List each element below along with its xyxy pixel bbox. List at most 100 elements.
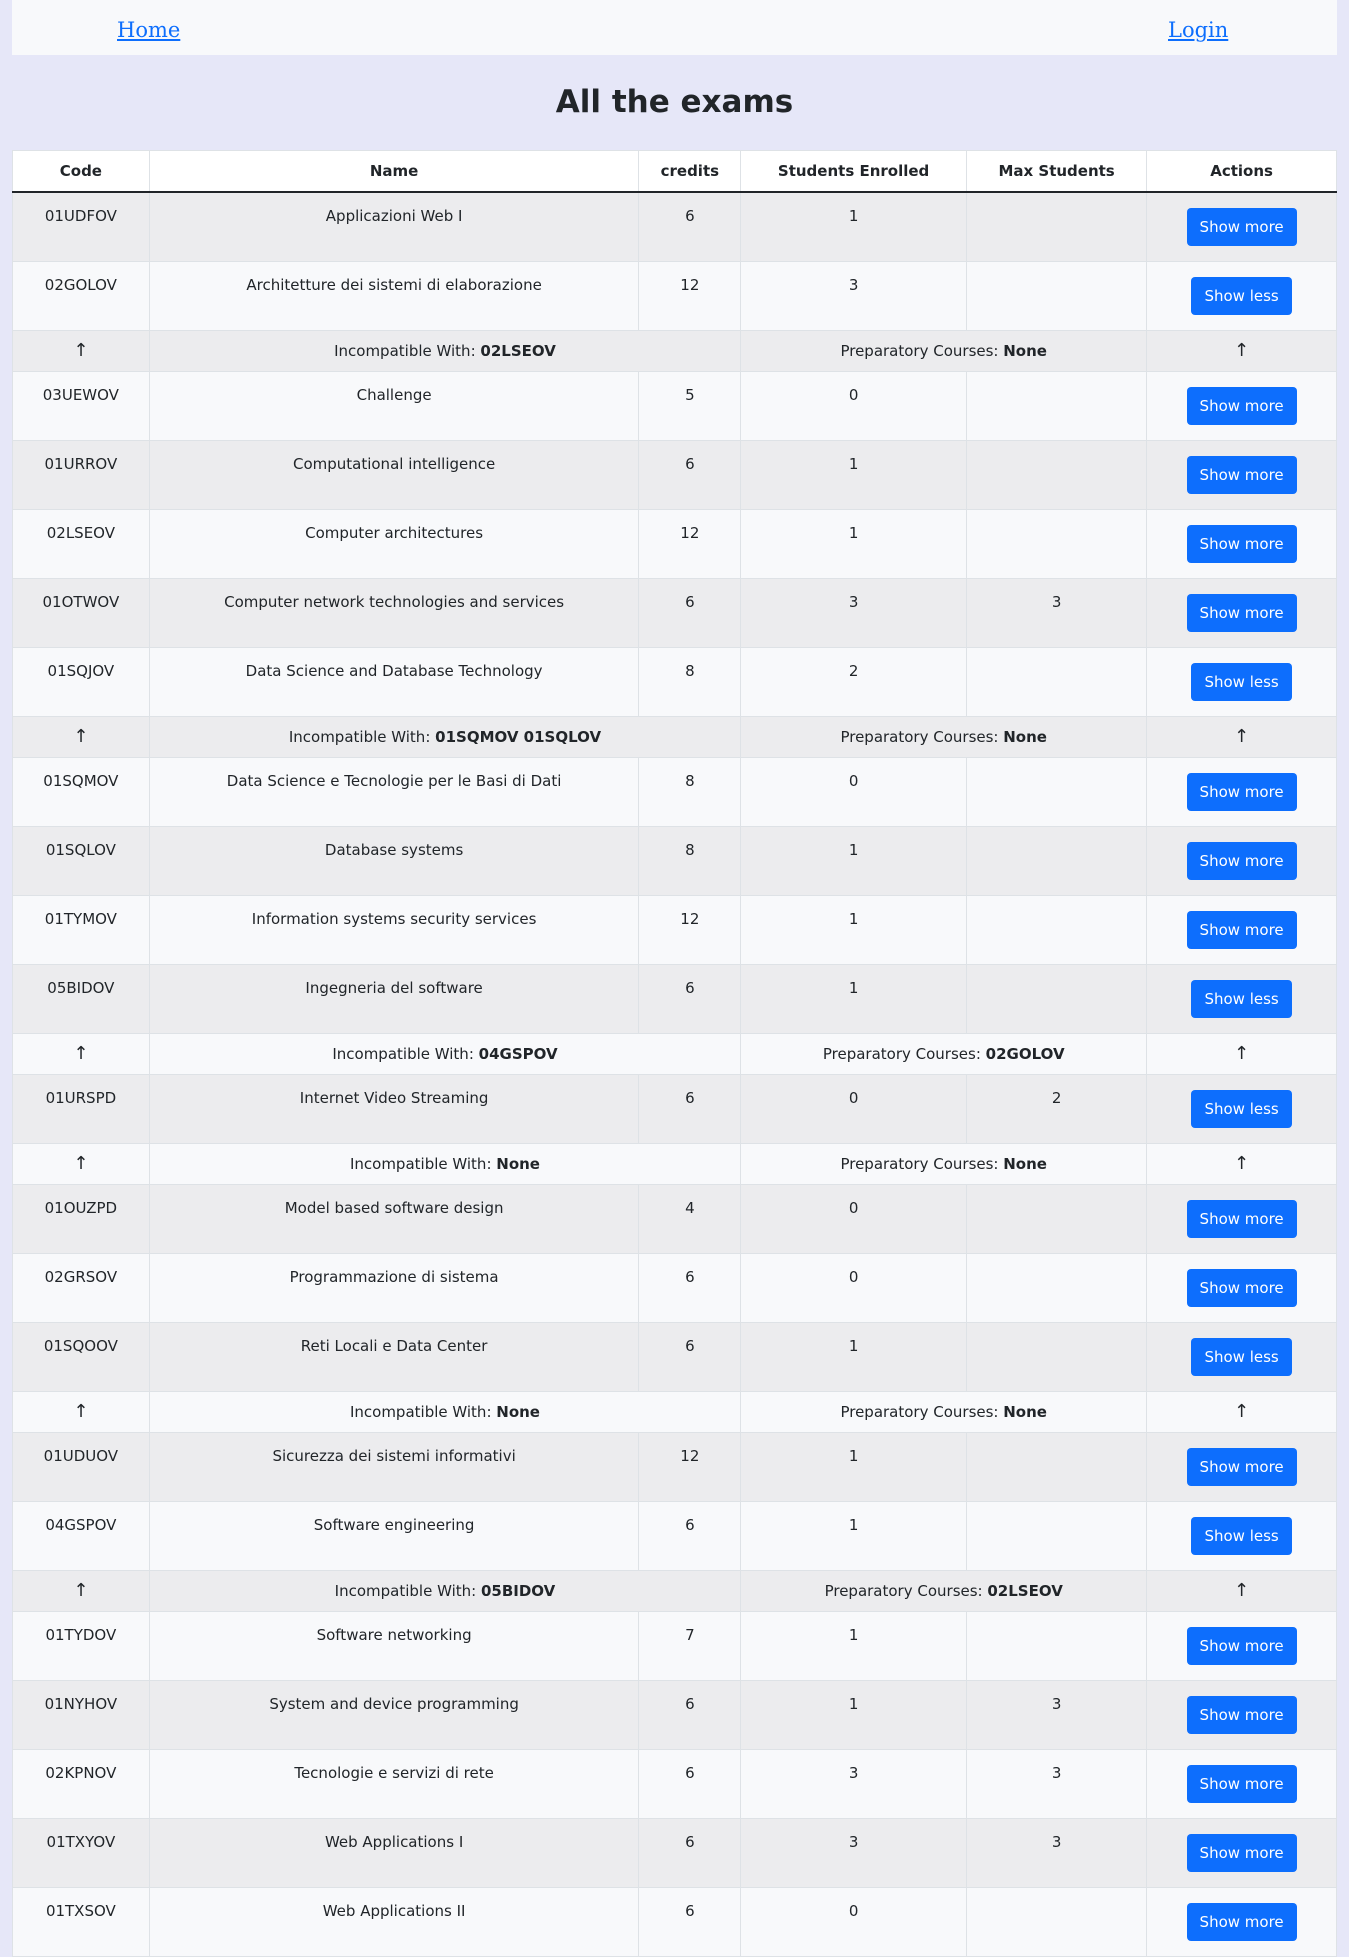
show-more-button[interactable]: Show more <box>1186 1448 1297 1486</box>
exam-students-enrolled: 0 <box>740 1887 967 1957</box>
show-more-button[interactable]: Show more <box>1186 911 1297 949</box>
incompatible-with-cell: Incompatible With: 05BIDOV <box>148 1570 742 1612</box>
exam-students-enrolled: 1 <box>740 1322 967 1392</box>
exam-name: Applicazioni Web I <box>148 191 640 262</box>
exam-actions-cell: Show less <box>1146 261 1337 331</box>
exam-students-enrolled: 1 <box>740 191 967 262</box>
show-more-button[interactable]: Show more <box>1186 525 1297 563</box>
table-row: 01UDFOV Applicazioni Web I 6 1 Show more <box>12 191 1337 262</box>
table-row: 01TXSOV Web Applications II 6 0 Show more <box>12 1887 1337 1957</box>
exam-students-enrolled: 0 <box>740 757 967 827</box>
login-link[interactable]: Login <box>1168 18 1228 42</box>
preparatory-courses-label: Preparatory Courses: <box>840 728 1004 746</box>
exam-students-enrolled: 1 <box>740 1611 967 1681</box>
exam-students-enrolled: 1 <box>740 1680 967 1750</box>
exam-max-students: 3 <box>965 1818 1148 1888</box>
exam-credits: 12 <box>638 509 742 579</box>
detail-cell-right: ↑ <box>1146 1391 1337 1433</box>
arrow-up-icon: ↑ <box>73 1043 89 1064</box>
arrow-up-icon: ↑ <box>73 1153 89 1174</box>
show-more-button[interactable]: Show more <box>1186 1765 1297 1803</box>
exam-detail-row: ↑ Incompatible With: 05BIDOV Preparatory C… <box>12 1570 1337 1612</box>
show-more-button[interactable]: Show more <box>1186 1903 1297 1941</box>
show-more-button[interactable]: Show more <box>1186 773 1297 811</box>
exam-code: 05BIDOV <box>12 964 150 1034</box>
table-row: 01TXYOV Web Applications I 6 3 3 Show more <box>12 1818 1337 1888</box>
show-less-button[interactable]: Show less <box>1191 980 1292 1018</box>
preparatory-courses-label: Preparatory Courses: <box>824 1582 988 1600</box>
show-more-button[interactable]: Show more <box>1186 1269 1297 1307</box>
table-row: 02KPNOV Tecnologie e servizi di rete 6 3 3 Sh… <box>12 1749 1337 1819</box>
exam-credits: 6 <box>638 191 742 262</box>
show-more-button[interactable]: Show more <box>1186 1200 1297 1238</box>
exam-students-enrolled: 0 <box>740 1253 967 1323</box>
exam-students-enrolled: 1 <box>740 1501 967 1571</box>
show-less-button[interactable]: Show less <box>1191 1338 1292 1376</box>
exam-name: Information systems security services <box>148 895 640 965</box>
detail-cell-left: ↑ <box>12 1143 150 1185</box>
detail-cell-left: ↑ <box>12 716 150 758</box>
show-more-button[interactable]: Show more <box>1186 387 1297 425</box>
preparatory-courses-label: Preparatory Courses: <box>822 1045 986 1063</box>
show-less-button[interactable]: Show less <box>1191 663 1292 701</box>
exam-code: 01SQLOV <box>12 826 150 896</box>
show-less-button[interactable]: Show less <box>1191 1090 1292 1128</box>
exam-actions-cell: Show more <box>1146 1611 1337 1681</box>
exam-students-enrolled: 3 <box>740 578 967 648</box>
table-row: 03UEWOV Challenge 5 0 Show more <box>12 371 1337 441</box>
exam-max-students <box>965 1501 1148 1571</box>
table-row: 02GOLOV Architetture dei sistemi di elabo… <box>12 261 1337 331</box>
incompatible-with-value: 02LSEOV <box>480 342 556 360</box>
exam-credits: 8 <box>638 757 742 827</box>
exam-actions-cell: Show less <box>1146 964 1337 1034</box>
exam-credits: 8 <box>638 826 742 896</box>
preparatory-courses-cell: Preparatory Courses: None <box>740 330 1148 372</box>
show-more-button[interactable]: Show more <box>1186 456 1297 494</box>
exam-max-students <box>965 1432 1148 1502</box>
exam-name: Web Applications I <box>148 1818 640 1888</box>
exam-detail-row: ↑ Incompatible With: 01SQMOV 01SQLOV Prepa… <box>12 716 1337 758</box>
show-more-button[interactable]: Show more <box>1186 1834 1297 1872</box>
exam-code: 01TXYOV <box>12 1818 150 1888</box>
arrow-up-icon: ↑ <box>1234 1153 1250 1174</box>
exam-credits: 6 <box>638 1680 742 1750</box>
incompatible-with-value: 05BIDOV <box>480 1582 556 1600</box>
exam-actions-cell: Show less <box>1146 1074 1337 1144</box>
exam-max-students <box>965 826 1148 896</box>
preparatory-courses-value: None <box>1003 342 1047 360</box>
column-header-actions: Actions <box>1146 150 1337 193</box>
exam-actions-cell: Show more <box>1146 826 1337 896</box>
exam-name: Web Applications II <box>148 1887 640 1957</box>
table-row: 01NYHOV System and device programming 6 1 3 S… <box>12 1680 1337 1750</box>
exam-max-students <box>965 1322 1148 1392</box>
exam-max-students <box>965 1184 1148 1254</box>
exam-max-students <box>965 647 1148 717</box>
detail-cell-left: ↑ <box>12 1570 150 1612</box>
exam-credits: 5 <box>638 371 742 441</box>
exam-actions-cell: Show more <box>1146 1887 1337 1957</box>
show-more-button[interactable]: Show more <box>1186 842 1297 880</box>
preparatory-courses-cell: Preparatory Courses: 02LSEOV <box>740 1570 1148 1612</box>
show-more-button[interactable]: Show more <box>1186 1627 1297 1665</box>
exam-credits: 6 <box>638 964 742 1034</box>
exam-students-enrolled: 3 <box>740 1818 967 1888</box>
exam-credits: 6 <box>638 1749 742 1819</box>
exam-credits: 4 <box>638 1184 742 1254</box>
exam-code: 04GSPOV <box>12 1501 150 1571</box>
exam-name: Software networking <box>148 1611 640 1681</box>
detail-cell-right: ↑ <box>1146 1033 1337 1075</box>
show-more-button[interactable]: Show more <box>1186 1696 1297 1734</box>
detail-cell-right: ↑ <box>1146 716 1337 758</box>
show-less-button[interactable]: Show less <box>1191 277 1292 315</box>
show-less-button[interactable]: Show less <box>1191 1517 1292 1555</box>
arrow-up-icon: ↑ <box>73 1580 89 1601</box>
exam-detail-row: ↑ Incompatible With: None Preparatory Cour… <box>12 1143 1337 1185</box>
exam-students-enrolled: 1 <box>740 964 967 1034</box>
exam-students-enrolled: 3 <box>740 261 967 331</box>
exams-table-body: 01UDFOV Applicazioni Web I 6 1 Show more 02GO… <box>12 191 1337 1957</box>
home-link[interactable]: Home <box>117 18 180 42</box>
show-more-button[interactable]: Show more <box>1186 594 1297 632</box>
exam-code: 01NYHOV <box>12 1680 150 1750</box>
show-more-button[interactable]: Show more <box>1186 208 1297 246</box>
page-title: All the exams <box>555 84 794 120</box>
